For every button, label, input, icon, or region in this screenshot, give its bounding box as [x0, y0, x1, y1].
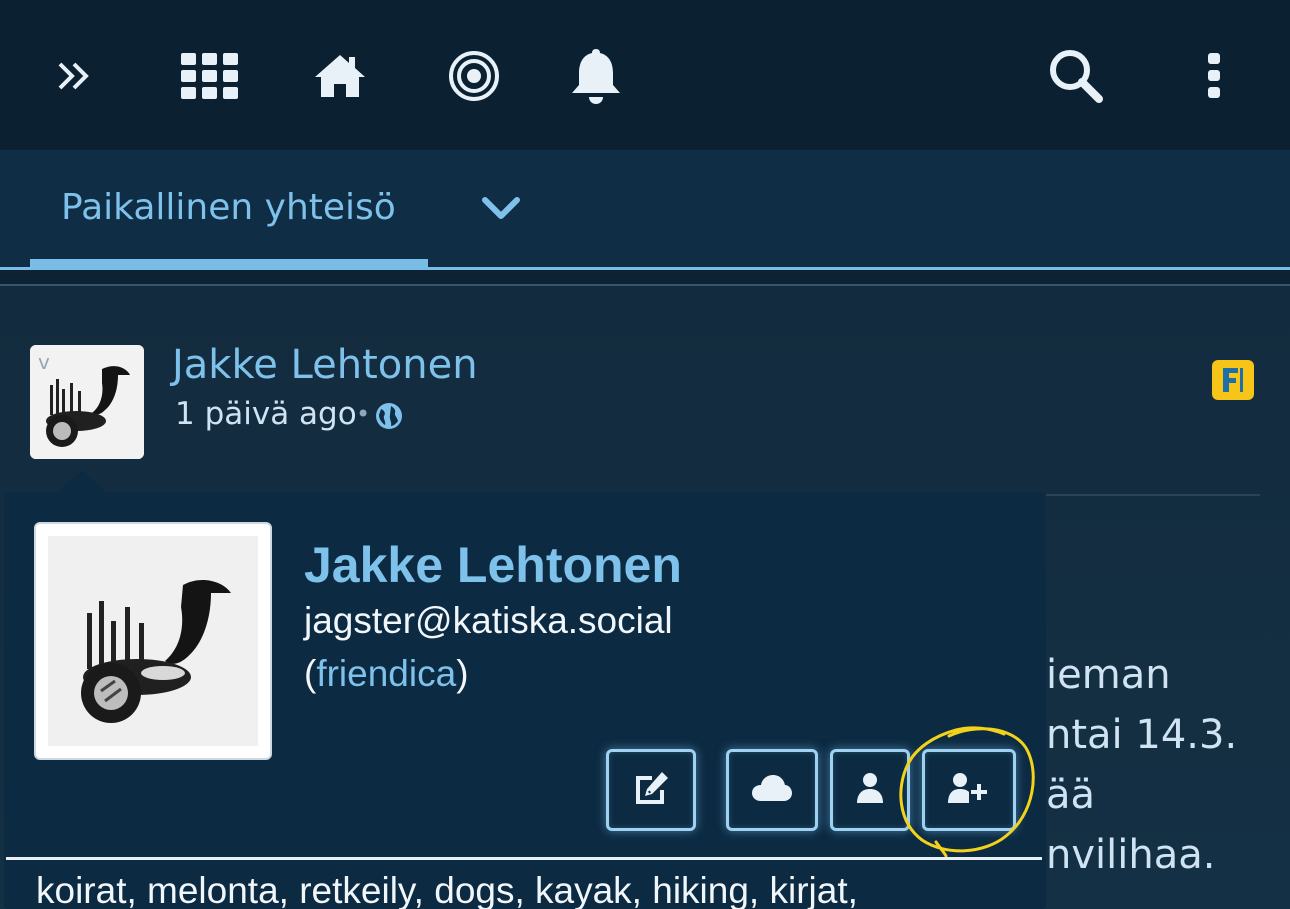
tab-local-community[interactable]: Paikallinen yhteisö — [30, 150, 428, 267]
apps-grid-icon[interactable] — [178, 44, 242, 108]
profile-tags: koirat, melonta, retkeily, dogs, kayak, … — [36, 870, 858, 909]
globe-icon — [374, 401, 404, 431]
tab-bar: Paikallinen yhteisö — [0, 150, 1290, 270]
friendica-network-icon — [1212, 360, 1254, 400]
top-navigation-bar — [0, 0, 1290, 150]
post-body-line: ntai 14.3. — [1046, 712, 1238, 758]
post-body-line: ieman — [1046, 652, 1171, 698]
tab-label: Paikallinen yhteisö — [61, 187, 396, 228]
divider — [1040, 494, 1260, 496]
user-icon — [856, 772, 884, 808]
network-link[interactable]: friendica — [316, 653, 456, 694]
profile-name[interactable]: Jakke Lehtonen — [304, 536, 682, 594]
post-time[interactable]: 1 päivä ago — [175, 396, 357, 432]
post-author[interactable]: Jakke Lehtonen — [172, 342, 478, 388]
profile-network: (friendica) — [304, 653, 469, 695]
profile-button[interactable] — [830, 749, 910, 831]
profile-avatar[interactable] — [34, 522, 272, 760]
search-icon[interactable] — [1044, 44, 1108, 108]
target-icon[interactable] — [442, 44, 506, 108]
chevron-down-icon[interactable] — [478, 186, 524, 232]
hovercard-arrow — [58, 470, 106, 492]
double-chevron-right-icon[interactable] — [42, 44, 106, 108]
post-body-line: ää — [1046, 772, 1096, 818]
network-paren-close: ) — [456, 653, 469, 694]
edit-icon — [632, 770, 670, 810]
cloud-icon — [751, 773, 793, 807]
edit-button[interactable] — [606, 749, 696, 831]
card-divider — [6, 857, 1042, 860]
profile-address: jagster@katiska.social — [304, 600, 673, 641]
avatar-image — [48, 536, 258, 746]
home-icon[interactable] — [308, 44, 372, 108]
post-body-line: nvilihaa. — [1046, 832, 1216, 878]
bell-icon[interactable] — [564, 44, 628, 108]
user-plus-icon — [947, 772, 991, 808]
avatar-caret[interactable]: v — [38, 350, 50, 374]
network-paren-open: ( — [304, 653, 317, 694]
separator-dot: • — [356, 400, 371, 428]
more-vertical-icon[interactable] — [1182, 44, 1246, 108]
cloud-button[interactable] — [726, 749, 818, 831]
follow-button[interactable] — [922, 749, 1016, 831]
